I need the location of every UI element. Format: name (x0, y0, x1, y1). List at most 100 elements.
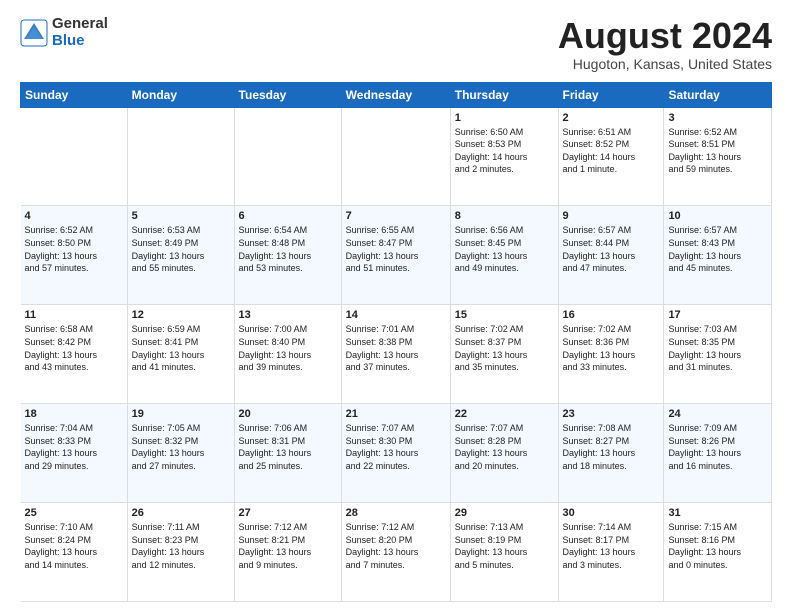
header-row: Sunday Monday Tuesday Wednesday Thursday… (21, 82, 772, 107)
day-info: Sunrise: 7:07 AM Sunset: 8:28 PM Dayligh… (455, 422, 554, 472)
day-info: Sunrise: 6:57 AM Sunset: 8:43 PM Dayligh… (668, 224, 767, 274)
day-cell: 7 Sunrise: 6:55 AM Sunset: 8:47 PM Daylig… (341, 206, 450, 305)
day-cell (341, 107, 450, 206)
day-info: Sunrise: 7:11 AM Sunset: 8:23 PM Dayligh… (132, 521, 230, 571)
day-info: Sunrise: 7:02 AM Sunset: 8:36 PM Dayligh… (563, 323, 660, 373)
day-cell: 1 Sunrise: 6:50 AM Sunset: 8:53 PM Daylig… (450, 107, 558, 206)
day-cell: 17 Sunrise: 7:03 AM Sunset: 8:35 PM Dayli… (664, 305, 772, 404)
day-cell: 5Sunrise: 6:53 AM Sunset: 8:49 PM Daylig… (127, 206, 234, 305)
main-title: August 2024 (558, 16, 772, 56)
logo-icon (20, 19, 48, 47)
week-row-0: 1 Sunrise: 6:50 AM Sunset: 8:53 PM Daylig… (21, 107, 772, 206)
day-info: Sunrise: 6:58 AM Sunset: 8:42 PM Dayligh… (25, 323, 123, 373)
day-cell: 16 Sunrise: 7:02 AM Sunset: 8:36 PM Dayli… (558, 305, 664, 404)
day-cell: 19 Sunrise: 7:05 AM Sunset: 8:32 PM Dayli… (127, 404, 234, 503)
day-number: 6 (239, 210, 337, 222)
day-cell: 3Sunrise: 6:52 AM Sunset: 8:51 PM Daylig… (664, 107, 772, 206)
day-info: Sunrise: 6:52 AM Sunset: 8:50 PM Dayligh… (25, 224, 123, 274)
day-info: Sunrise: 6:50 AM Sunset: 8:53 PM Dayligh… (455, 126, 554, 176)
day-number: 31 (668, 507, 767, 519)
col-friday: Friday (558, 82, 664, 107)
col-wednesday: Wednesday (341, 82, 450, 107)
day-number: 27 (239, 507, 337, 519)
day-cell: 11 Sunrise: 6:58 AM Sunset: 8:42 PM Dayli… (21, 305, 128, 404)
day-number: 7 (346, 210, 446, 222)
day-number: 13 (239, 309, 337, 321)
day-number: 21 (346, 408, 446, 420)
day-number: 26 (132, 507, 230, 519)
day-info: Sunrise: 7:01 AM Sunset: 8:38 PM Dayligh… (346, 323, 446, 373)
day-number: 1 (455, 112, 554, 124)
week-row-3: 18 Sunrise: 7:04 AM Sunset: 8:33 PM Dayli… (21, 404, 772, 503)
day-number: 19 (132, 408, 230, 420)
header: General Blue August 2024 Hugoton, Kansas… (20, 16, 772, 72)
day-number: 29 (455, 507, 554, 519)
day-cell: 15 Sunrise: 7:02 AM Sunset: 8:37 PM Dayli… (450, 305, 558, 404)
title-block: August 2024 Hugoton, Kansas, United Stat… (558, 16, 772, 72)
day-number: 22 (455, 408, 554, 420)
day-cell: 21 Sunrise: 7:07 AM Sunset: 8:30 PM Dayli… (341, 404, 450, 503)
day-cell (21, 107, 128, 206)
col-saturday: Saturday (664, 82, 772, 107)
day-info: Sunrise: 7:03 AM Sunset: 8:35 PM Dayligh… (668, 323, 767, 373)
day-number: 2 (563, 112, 660, 124)
day-info: Sunrise: 7:07 AM Sunset: 8:30 PM Dayligh… (346, 422, 446, 472)
day-cell: 20Sunrise: 7:06 AM Sunset: 8:31 PM Dayli… (234, 404, 341, 503)
day-number: 28 (346, 507, 446, 519)
day-number: 16 (563, 309, 660, 321)
day-cell: 31 Sunrise: 7:15 AM Sunset: 8:16 PM Dayli… (664, 503, 772, 602)
day-cell: 2 Sunrise: 6:51 AM Sunset: 8:52 PM Daylig… (558, 107, 664, 206)
day-cell: 22 Sunrise: 7:07 AM Sunset: 8:28 PM Dayli… (450, 404, 558, 503)
calendar-table: Sunday Monday Tuesday Wednesday Thursday… (20, 82, 772, 602)
day-info: Sunrise: 6:51 AM Sunset: 8:52 PM Dayligh… (563, 126, 660, 176)
day-number: 20 (239, 408, 337, 420)
day-cell: 13 Sunrise: 7:00 AM Sunset: 8:40 PM Dayli… (234, 305, 341, 404)
day-info: Sunrise: 7:05 AM Sunset: 8:32 PM Dayligh… (132, 422, 230, 472)
day-info: Sunrise: 6:59 AM Sunset: 8:41 PM Dayligh… (132, 323, 230, 373)
day-number: 18 (25, 408, 123, 420)
day-info: Sunrise: 7:04 AM Sunset: 8:33 PM Dayligh… (25, 422, 123, 472)
day-number: 15 (455, 309, 554, 321)
day-info: Sunrise: 7:00 AM Sunset: 8:40 PM Dayligh… (239, 323, 337, 373)
day-number: 17 (668, 309, 767, 321)
day-number: 4 (25, 210, 123, 222)
day-cell: 26 Sunrise: 7:11 AM Sunset: 8:23 PM Dayli… (127, 503, 234, 602)
day-cell: 23 Sunrise: 7:08 AM Sunset: 8:27 PM Dayli… (558, 404, 664, 503)
subtitle: Hugoton, Kansas, United States (558, 56, 772, 72)
week-row-4: 25Sunrise: 7:10 AM Sunset: 8:24 PM Dayli… (21, 503, 772, 602)
day-info: Sunrise: 7:10 AM Sunset: 8:24 PM Dayligh… (25, 521, 123, 571)
day-number: 8 (455, 210, 554, 222)
day-number: 23 (563, 408, 660, 420)
day-number: 12 (132, 309, 230, 321)
day-info: Sunrise: 7:12 AM Sunset: 8:20 PM Dayligh… (346, 521, 446, 571)
col-sunday: Sunday (21, 82, 128, 107)
day-cell (127, 107, 234, 206)
day-number: 9 (563, 210, 660, 222)
day-cell: 30Sunrise: 7:14 AM Sunset: 8:17 PM Dayli… (558, 503, 664, 602)
page: General Blue August 2024 Hugoton, Kansas… (0, 0, 792, 612)
day-number: 24 (668, 408, 767, 420)
day-info: Sunrise: 6:55 AM Sunset: 8:47 PM Dayligh… (346, 224, 446, 274)
day-cell: 10Sunrise: 6:57 AM Sunset: 8:43 PM Dayli… (664, 206, 772, 305)
calendar-header: Sunday Monday Tuesday Wednesday Thursday… (21, 82, 772, 107)
week-row-1: 4 Sunrise: 6:52 AM Sunset: 8:50 PM Daylig… (21, 206, 772, 305)
day-info: Sunrise: 7:02 AM Sunset: 8:37 PM Dayligh… (455, 323, 554, 373)
day-number: 14 (346, 309, 446, 321)
day-cell: 8Sunrise: 6:56 AM Sunset: 8:45 PM Daylig… (450, 206, 558, 305)
day-info: Sunrise: 6:53 AM Sunset: 8:49 PM Dayligh… (132, 224, 230, 274)
day-info: Sunrise: 7:15 AM Sunset: 8:16 PM Dayligh… (668, 521, 767, 571)
logo-text: General Blue (52, 16, 108, 49)
col-monday: Monday (127, 82, 234, 107)
day-cell: 9 Sunrise: 6:57 AM Sunset: 8:44 PM Daylig… (558, 206, 664, 305)
day-cell: 28 Sunrise: 7:12 AM Sunset: 8:20 PM Dayli… (341, 503, 450, 602)
day-cell: 12 Sunrise: 6:59 AM Sunset: 8:41 PM Dayli… (127, 305, 234, 404)
week-row-2: 11 Sunrise: 6:58 AM Sunset: 8:42 PM Dayli… (21, 305, 772, 404)
day-info: Sunrise: 6:54 AM Sunset: 8:48 PM Dayligh… (239, 224, 337, 274)
day-cell: 29Sunrise: 7:13 AM Sunset: 8:19 PM Dayli… (450, 503, 558, 602)
day-info: Sunrise: 6:52 AM Sunset: 8:51 PM Dayligh… (668, 126, 767, 176)
day-number: 11 (25, 309, 123, 321)
day-info: Sunrise: 7:08 AM Sunset: 8:27 PM Dayligh… (563, 422, 660, 472)
day-info: Sunrise: 7:09 AM Sunset: 8:26 PM Dayligh… (668, 422, 767, 472)
day-info: Sunrise: 6:57 AM Sunset: 8:44 PM Dayligh… (563, 224, 660, 274)
day-cell: 14 Sunrise: 7:01 AM Sunset: 8:38 PM Dayli… (341, 305, 450, 404)
